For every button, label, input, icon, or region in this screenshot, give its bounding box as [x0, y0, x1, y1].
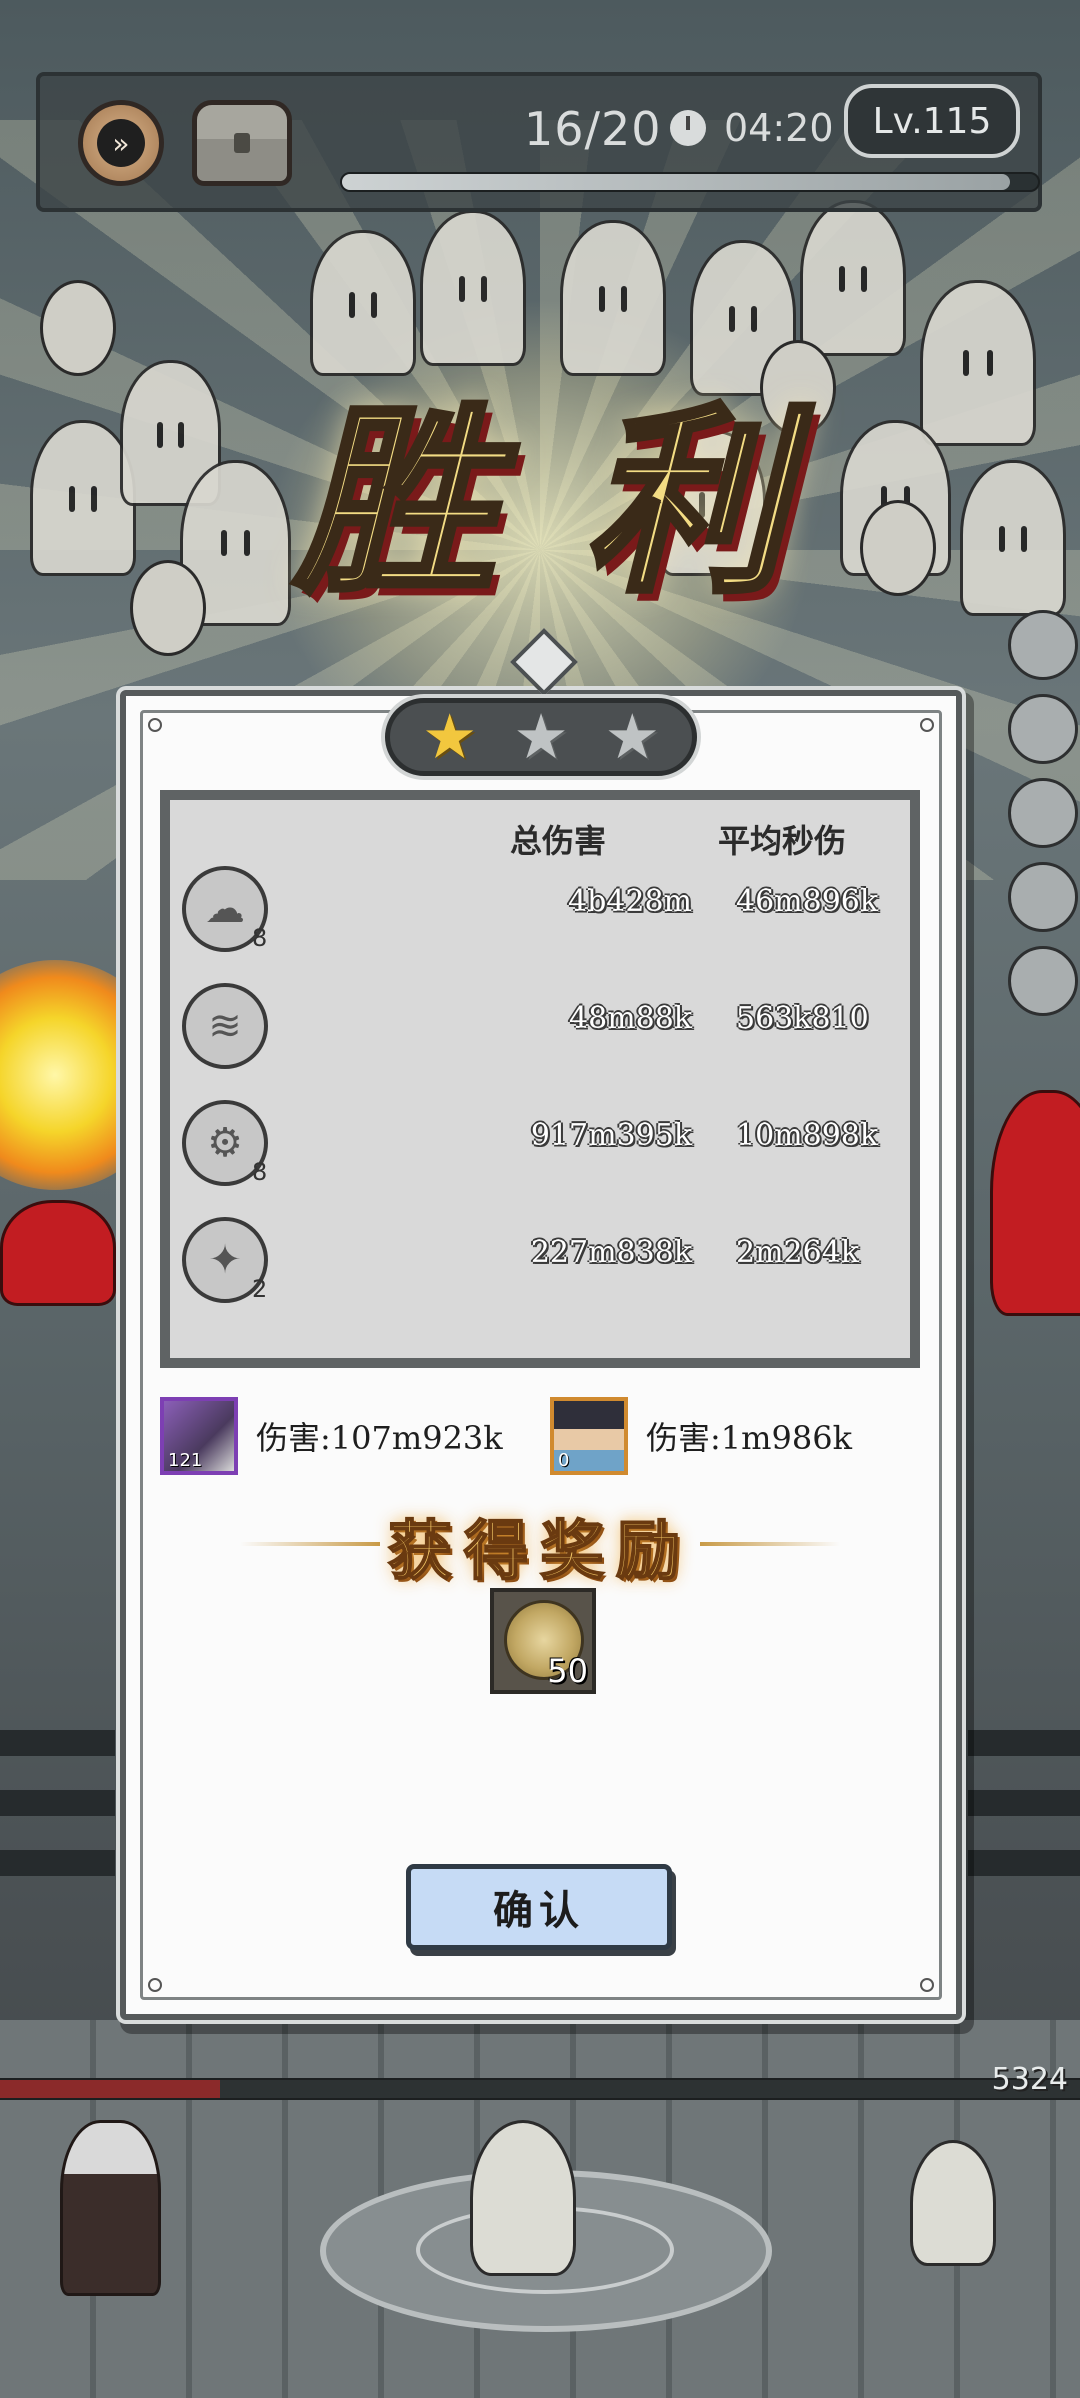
avg-dps-value: 10m898k [736, 1118, 879, 1153]
fast-forward-icon: » [97, 119, 145, 167]
total-damage-value: 917m395k [530, 1118, 692, 1153]
reward-title: 获得奖励 [387, 1513, 692, 1590]
skill-level: 8 [252, 924, 268, 952]
battle-timer: 04:20 [724, 106, 834, 150]
panel-rivet [920, 718, 934, 732]
fast-forward-button[interactable]: » [78, 100, 164, 186]
avg-dps-value: 46m896k [736, 884, 879, 919]
reward-item[interactable]: 50 [490, 1588, 596, 1694]
panel-rivet [148, 1978, 162, 1992]
confirm-button[interactable]: 确认 [406, 1864, 672, 1950]
wall-hp-bar [0, 2078, 1080, 2100]
column-header-total-damage: 总伤害 [510, 822, 607, 860]
hero-portrait[interactable]: 121 [160, 1397, 238, 1475]
ghost-enemy [800, 200, 906, 356]
side-skill-icon [1008, 862, 1078, 932]
side-skill-icon [1008, 778, 1078, 848]
hero-level: 0 [558, 1450, 570, 1471]
red-enemy [0, 1200, 116, 1306]
panel-rivet [920, 1978, 934, 1992]
side-skill-icon [1008, 946, 1078, 1016]
side-skill-icon [1008, 694, 1078, 764]
skill-damage-row: ⚙ 8 917m395k 10m898k [182, 1100, 902, 1200]
swordsman-hero [910, 2140, 996, 2266]
hero-portrait[interactable]: 0 [550, 1397, 628, 1475]
column-header-avg-dps: 平均秒伤 [718, 822, 847, 860]
wave-progress-fill [342, 174, 1011, 190]
avg-dps-value: 2m264k [736, 1235, 859, 1270]
side-skill-icons [1008, 610, 1078, 1030]
top-hud: » 16/20 04:20 Lv.115 [36, 72, 1042, 212]
clock-icon [670, 110, 706, 146]
star-empty-icon: ★ [513, 700, 569, 773]
hero-damage-2: 0 伤害:1m986k [550, 1394, 852, 1478]
total-damage-value: 48m88k [569, 1001, 692, 1036]
lane-stripe [968, 1730, 1080, 1756]
drill-skill-icon[interactable]: ≋ [182, 983, 268, 1069]
star-rating: ★ ★ ★ [385, 698, 697, 776]
lane-stripe [968, 1850, 1080, 1876]
treasure-chest-icon [234, 133, 250, 153]
skill-damage-row: ☁ 8 4b428m 46m896k [182, 866, 902, 966]
skill-level: 2 [252, 1275, 268, 1303]
victory-title: 胜利 [292, 382, 875, 623]
score-counter: 5324 [991, 2062, 1068, 2097]
hero-level: 121 [168, 1450, 203, 1471]
skill-damage-row: ✦ 2 227m838k 2m264k [182, 1217, 902, 1317]
star-filled-icon: ★ [421, 700, 478, 773]
lane-stripe [968, 1790, 1080, 1816]
avg-dps-value: 563k810 [736, 1001, 869, 1036]
reward-quantity: 50 [547, 1652, 588, 1690]
player-level-badge: Lv.115 [844, 84, 1020, 158]
hero-damage-value: 伤害:107m923k [256, 1419, 503, 1457]
lane-stripe [0, 1850, 115, 1876]
star-empty-icon: ★ [604, 700, 661, 773]
lane-stripe [0, 1730, 115, 1756]
wizard-hero [470, 2120, 576, 2276]
skill-level: 8 [252, 1158, 268, 1186]
hero-damage-value: 伤害:1m986k [646, 1419, 852, 1457]
wave-counter: 16/20 [524, 102, 662, 156]
wave-progress-bar [340, 172, 1040, 192]
dark-mage-hero [60, 2120, 161, 2296]
damage-stats-table: 总伤害 平均秒伤 ☁ 8 4b428m 46m896k ≋ 48m88k 563k810 ⚙ 8… [160, 790, 920, 1368]
hero-damage-1: 121 伤害:107m923k [160, 1394, 503, 1478]
treasure-chest-button[interactable] [192, 100, 292, 186]
lane-stripe [0, 1790, 115, 1816]
total-damage-value: 227m838k [530, 1235, 692, 1270]
total-damage-value: 4b428m [568, 884, 692, 919]
skill-damage-row: ≋ 48m88k 563k810 [182, 983, 902, 1083]
red-enemy [990, 1090, 1080, 1316]
panel-rivet [148, 718, 162, 732]
